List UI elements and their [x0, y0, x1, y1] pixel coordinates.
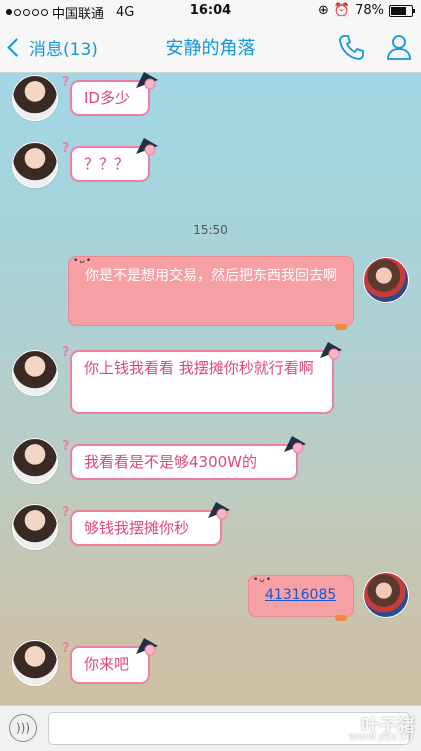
cat-ear-decoration	[284, 436, 306, 454]
outgoing-message-bubble: •ᴗ• 你是不是想用交易，然后把东西我回去啊	[68, 256, 354, 330]
phone-icon[interactable]	[336, 32, 366, 62]
nav-bar: 消息(13) 安静的角落	[0, 22, 421, 73]
contact-avatar[interactable]	[12, 142, 58, 188]
battery-label: 78%	[355, 3, 384, 18]
message-text: 你来吧	[84, 655, 130, 673]
profile-icon[interactable]	[384, 32, 414, 62]
message-text: 你是不是想用交易，然后把东西我回去啊	[85, 268, 337, 284]
message-text: ID多少	[84, 89, 130, 107]
cat-ear-decoration	[136, 638, 158, 656]
status-bar: 中国联通 4G 16:04 ⊕ ⏰ 78%	[0, 0, 421, 22]
contact-avatar[interactable]	[12, 438, 58, 484]
contact-avatar[interactable]	[12, 504, 58, 550]
bubble-decoration: ?	[62, 641, 70, 656]
message-text: 够钱我摆摊你秒	[84, 519, 190, 537]
message-text: 你上钱我看看 我摆摊你秒就行看啊	[84, 359, 314, 377]
cat-ear-decoration	[136, 138, 158, 156]
contact-avatar[interactable]	[12, 640, 58, 686]
message-text: 我看看是不是够4300W的	[84, 453, 258, 471]
bubble-decoration: ?	[62, 505, 70, 520]
chat-time-divider: 15:50	[193, 223, 228, 237]
status-right: ⊕ ⏰ 78%	[318, 3, 415, 18]
battery-icon	[389, 4, 415, 17]
message-text: ？？？	[84, 155, 130, 173]
my-avatar[interactable]	[363, 257, 409, 303]
incoming-message-bubble: ? 我看看是不是够4300W的	[62, 436, 306, 480]
watermark-url: www.yzz.cn	[348, 730, 413, 743]
bubble-decoration: ?	[62, 345, 70, 360]
my-avatar[interactable]	[363, 572, 409, 618]
voice-input-button[interactable]: )))	[9, 714, 37, 742]
carrot-decoration	[335, 324, 347, 330]
incoming-message-bubble: ? 你来吧	[62, 638, 158, 684]
bubble-decoration: •ᴗ•	[73, 256, 93, 266]
cat-ear-decoration	[136, 72, 158, 90]
bubble-decoration: ?	[62, 439, 70, 454]
input-bar: )))	[0, 705, 421, 751]
incoming-message-bubble: ? ？？？	[62, 138, 158, 182]
carrot-decoration	[335, 615, 347, 621]
contact-avatar[interactable]	[12, 75, 58, 121]
bubble-decoration: ?	[62, 141, 70, 156]
alarm-icon: ⏰	[333, 3, 351, 18]
contact-avatar[interactable]	[12, 350, 58, 396]
rotation-lock-icon: ⊕	[318, 3, 329, 18]
bubble-decoration: ?	[62, 75, 70, 90]
message-link[interactable]: 41316085	[265, 587, 336, 603]
incoming-message-bubble: ? 你上钱我看看 我摆摊你秒就行看啊	[62, 342, 342, 414]
cat-ear-decoration	[320, 342, 342, 360]
cat-ear-decoration	[208, 502, 230, 520]
voice-icon: )))	[15, 721, 31, 735]
incoming-message-bubble: ? ID多少	[62, 72, 158, 116]
outgoing-message-bubble: •ᴗ• 41316085	[248, 575, 354, 621]
incoming-message-bubble: ? 够钱我摆摊你秒	[62, 502, 230, 546]
bubble-decoration: •ᴗ•	[253, 575, 273, 585]
